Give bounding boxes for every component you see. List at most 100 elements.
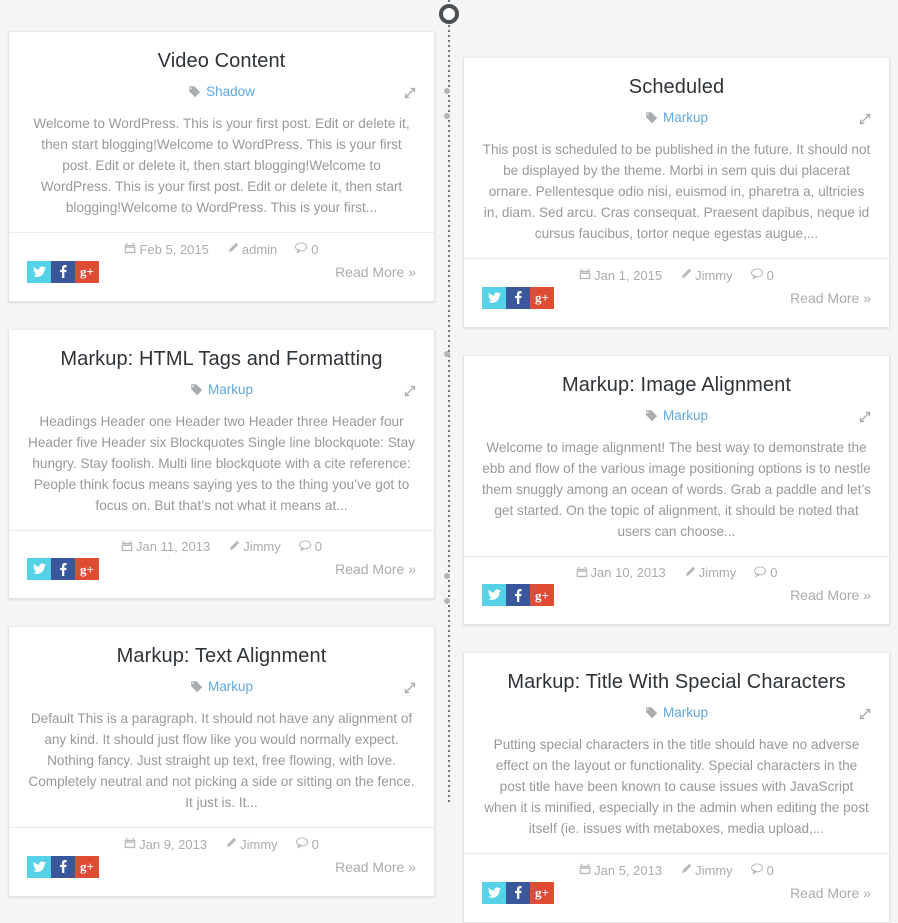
timeline-connector-dot bbox=[444, 351, 450, 357]
post-card-footer: g+ Read More » bbox=[464, 584, 889, 624]
post-meta-author-text: Jimmy bbox=[243, 539, 281, 555]
google-plus-glyph: g+ bbox=[80, 561, 94, 577]
comment-icon bbox=[298, 540, 312, 552]
google-plus-icon[interactable]: g+ bbox=[530, 881, 554, 904]
post-title[interactable]: Markup: Image Alignment bbox=[482, 372, 871, 398]
post-meta-author: Jimmy bbox=[680, 267, 733, 283]
post-title[interactable]: Markup: Text Alignment bbox=[27, 643, 416, 669]
expand-icon[interactable] bbox=[857, 409, 875, 427]
google-plus-icon[interactable]: g+ bbox=[530, 286, 554, 309]
post-tag-link[interactable]: Markup bbox=[645, 705, 708, 720]
post-tag-label: Markup bbox=[662, 407, 708, 423]
post-excerpt: This post is scheduled to be published i… bbox=[482, 142, 871, 241]
expand-icon[interactable] bbox=[857, 111, 875, 129]
post-card-body: Scheduled Markup This post is scheduled to… bbox=[464, 58, 889, 258]
twitter-icon[interactable] bbox=[27, 260, 51, 283]
post-excerpt: Welcome to image alignment! The best way… bbox=[482, 439, 871, 539]
post-meta-comments: 0 bbox=[750, 267, 774, 283]
tag-icon bbox=[645, 409, 658, 422]
post-tag-link[interactable]: Shadow bbox=[188, 84, 255, 99]
timeline-spine bbox=[448, 0, 450, 804]
post-tag-link[interactable]: Markup bbox=[645, 408, 708, 423]
facebook-icon[interactable] bbox=[506, 881, 530, 904]
twitter-icon[interactable] bbox=[482, 286, 506, 309]
share-button-group: g+ bbox=[27, 558, 99, 581]
share-button-group: g+ bbox=[482, 286, 554, 309]
facebook-icon[interactable] bbox=[51, 855, 75, 878]
google-plus-icon[interactable]: g+ bbox=[530, 584, 554, 607]
comment-icon bbox=[754, 566, 767, 578]
facebook-icon[interactable] bbox=[51, 558, 75, 581]
post-tag-link[interactable]: Markup bbox=[190, 382, 253, 397]
calendar-icon bbox=[576, 566, 588, 578]
comment-icon bbox=[295, 837, 309, 849]
post-card: Markup: Image Alignment Markup Welcome to … bbox=[463, 354, 890, 626]
pencil-icon bbox=[227, 242, 239, 254]
tag-icon bbox=[190, 680, 203, 693]
post-title[interactable]: Markup: Title With Special Characters bbox=[482, 669, 871, 695]
twitter-icon[interactable] bbox=[482, 584, 506, 607]
twitter-icon[interactable] bbox=[27, 855, 51, 878]
post-title[interactable]: Video Content bbox=[27, 48, 416, 74]
post-meta-author: Jimmy bbox=[680, 862, 733, 878]
tag-icon bbox=[645, 111, 658, 124]
google-plus-icon[interactable]: g+ bbox=[75, 260, 99, 283]
post-tag-link[interactable]: Markup bbox=[190, 679, 253, 694]
post-tag-row: Shadow bbox=[27, 83, 416, 103]
expand-icon[interactable] bbox=[402, 383, 420, 401]
expand-icon[interactable] bbox=[402, 85, 420, 103]
google-plus-glyph: g+ bbox=[535, 290, 549, 306]
post-card-footer: g+ Read More » bbox=[464, 286, 889, 327]
timeline-top-marker bbox=[439, 4, 459, 24]
read-more-link[interactable]: Read More » bbox=[335, 264, 416, 280]
pencil-icon bbox=[228, 540, 240, 552]
twitter-icon[interactable] bbox=[482, 881, 506, 904]
post-card-body: Markup: Title With Special Characters Mar… bbox=[464, 653, 889, 853]
post-tag-row: Markup bbox=[27, 381, 416, 401]
post-meta-date: Jan 5, 2013 bbox=[579, 862, 662, 878]
post-meta-comments: 0 bbox=[754, 564, 777, 580]
post-card: Markup: Title With Special Characters Mar… bbox=[463, 652, 890, 923]
facebook-icon[interactable] bbox=[506, 286, 530, 309]
post-title[interactable]: Markup: HTML Tags and Formatting bbox=[27, 346, 416, 372]
expand-icon[interactable] bbox=[857, 706, 875, 724]
read-more-link[interactable]: Read More » bbox=[790, 885, 871, 901]
comment-icon bbox=[295, 242, 308, 254]
post-meta-comments: 0 bbox=[298, 538, 322, 555]
post-meta-date: Jan 11, 2013 bbox=[121, 538, 210, 554]
tag-icon bbox=[190, 383, 203, 396]
post-tag-link[interactable]: Markup bbox=[645, 110, 708, 125]
post-title[interactable]: Scheduled bbox=[482, 74, 871, 100]
twitter-icon[interactable] bbox=[27, 558, 51, 581]
post-meta-date-text: Jan 5, 2013 bbox=[594, 862, 663, 878]
post-excerpt: Default This is a paragraph. It should n… bbox=[28, 711, 415, 811]
post-tag-row: Markup bbox=[482, 407, 871, 427]
read-more-link[interactable]: Read More » bbox=[790, 290, 871, 306]
post-meta-comments: 0 bbox=[750, 862, 774, 878]
expand-icon[interactable] bbox=[402, 680, 420, 698]
google-plus-icon[interactable]: g+ bbox=[75, 558, 99, 581]
post-meta-date: Jan 1, 2015 bbox=[579, 267, 662, 283]
read-more-link[interactable]: Read More » bbox=[335, 561, 416, 577]
post-meta-comments-text: 0 bbox=[314, 539, 322, 555]
google-plus-icon[interactable]: g+ bbox=[75, 855, 99, 878]
facebook-icon[interactable] bbox=[51, 260, 75, 283]
comment-icon bbox=[750, 863, 764, 875]
post-meta-date-text: Jan 11, 2013 bbox=[136, 539, 211, 555]
post-card: Markup: HTML Tags and Formatting Markup He… bbox=[8, 328, 435, 600]
read-more-link[interactable]: Read More » bbox=[790, 587, 871, 603]
read-more-link[interactable]: Read More » bbox=[335, 859, 416, 875]
post-excerpt: Welcome to WordPress. This is your first… bbox=[33, 116, 410, 215]
calendar-icon bbox=[121, 540, 133, 552]
post-tag-row: Markup bbox=[482, 704, 871, 724]
post-card: Markup: Text Alignment Markup Default This… bbox=[8, 626, 435, 897]
timeline-connector-dot bbox=[444, 573, 450, 579]
post-meta-row: Jan 9, 2013 Jimmy 0 bbox=[9, 827, 434, 856]
post-meta-author: Jimmy bbox=[228, 538, 281, 554]
share-button-group: g+ bbox=[27, 855, 99, 878]
google-plus-glyph: g+ bbox=[535, 587, 549, 603]
facebook-icon[interactable] bbox=[506, 584, 530, 607]
calendar-icon bbox=[124, 242, 136, 254]
post-tag-row: Markup bbox=[482, 109, 871, 129]
post-meta-author-text: admin bbox=[241, 241, 278, 257]
